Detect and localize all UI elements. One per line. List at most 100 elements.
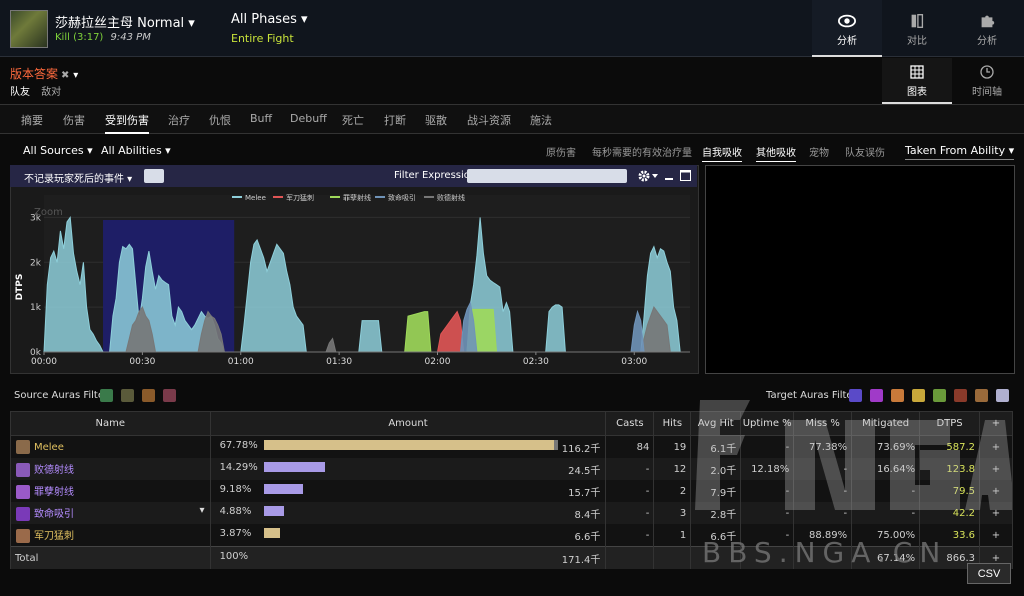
option-pets[interactable]: 宠物 [809, 144, 829, 159]
legend-label[interactable]: 败德射线 [437, 193, 465, 202]
option-raw-damage[interactable]: 原伤害 [546, 144, 576, 159]
amount-bar [263, 527, 281, 538]
aura-icon-1[interactable] [100, 389, 113, 402]
report-title[interactable]: 版本答案 ✖ ▾ [10, 65, 78, 82]
sources-dropdown[interactable]: All Sources ▾ [23, 144, 93, 157]
view-chart-label: 图表 [907, 87, 927, 98]
col-name[interactable]: Name [10, 411, 211, 436]
table-row[interactable]: Melee 67.78% 116.2千 84 19 6.1千 -77.38% 73.69% 58… [10, 435, 1013, 458]
option-other-absorb[interactable]: 其他吸收 [756, 144, 796, 162]
ability-name[interactable]: 军刀猛刺 [34, 531, 74, 542]
dtps-chart[interactable]: 0k1k2k3kZoom00:00 00:30 01:00 01:30 02:00 02:… [10, 187, 697, 372]
cell-avg-hit: 2.8千 [690, 502, 742, 524]
col-avg-hit[interactable]: Avg Hit [690, 411, 742, 436]
tab-resources[interactable]: 战斗资源 [467, 112, 511, 128]
watermark-text: BBS.NGA.CN [702, 536, 948, 569]
tab-interrupts[interactable]: 打断 [384, 112, 406, 128]
legend-label[interactable]: 致命吸引 [388, 193, 416, 202]
aura-icon-2[interactable] [121, 389, 134, 402]
nav-analyze-plugin[interactable]: 分析 [952, 0, 1022, 55]
row-plus-button[interactable]: + [979, 435, 1013, 458]
row-plus-button[interactable]: + [979, 524, 1013, 547]
chevron-down-icon[interactable]: ▾ [200, 505, 205, 516]
cell-name[interactable]: 军刀猛刺 [10, 524, 211, 547]
aura-icon-4[interactable] [163, 389, 176, 402]
toggle-box[interactable] [144, 169, 164, 183]
option-self-absorb[interactable]: 自我吸收 [702, 144, 742, 162]
col-mitigated[interactable]: Mitigated [851, 411, 921, 436]
aura-icon-a[interactable] [849, 389, 862, 402]
nav-compare[interactable]: 对比 [882, 0, 952, 55]
cell-hits: 12 [653, 458, 692, 480]
puzzle-icon [981, 15, 995, 28]
row-plus-button[interactable]: + [979, 502, 1013, 524]
tab-friendly[interactable]: 队友 [10, 87, 30, 98]
col-dtps[interactable]: DTPS [919, 411, 980, 436]
aura-icon-3[interactable] [142, 389, 155, 402]
aura-icon-c[interactable] [891, 389, 904, 402]
csv-button[interactable]: CSV [967, 563, 1011, 584]
boss-name-dropdown[interactable]: 莎赫拉丝主母 Normal ▾ [55, 12, 195, 31]
cell-name[interactable]: Melee [10, 435, 211, 458]
ability-name[interactable]: 败德射线 [34, 465, 74, 476]
aura-icon-b[interactable] [870, 389, 883, 402]
aura-icon-f[interactable] [954, 389, 967, 402]
ability-icon [16, 507, 30, 521]
view-chart[interactable]: 图表 [882, 58, 952, 104]
legend-label[interactable]: Melee [245, 194, 266, 202]
col-uptime[interactable]: Uptime % [740, 411, 795, 436]
phases-dropdown[interactable]: All Phases ▾ [231, 12, 308, 27]
col-amount[interactable]: Amount [209, 411, 607, 436]
ability-name[interactable]: 罪孽射线 [34, 487, 74, 498]
gear-icon[interactable] [637, 169, 659, 183]
maximize-icon[interactable] [680, 170, 691, 181]
tab-healing[interactable]: 治疗 [168, 112, 190, 128]
col-casts[interactable]: Casts [605, 411, 655, 436]
tab-casts[interactable]: 施法 [530, 112, 552, 128]
tab-threat[interactable]: 仇恨 [209, 112, 231, 128]
table-row[interactable]: 罪孽射线 9.18% 15.7千 -2 7.9千 - - -79.5 + [10, 480, 1013, 502]
boss-avatar[interactable] [10, 10, 48, 48]
cell-name[interactable]: 致命吸引 ▾ [10, 502, 211, 524]
aura-icon-h[interactable] [996, 389, 1009, 402]
amount-bar [263, 483, 303, 494]
tab-summary[interactable]: 摘要 [21, 112, 43, 128]
tab-hostile[interactable]: 敌对 [41, 87, 61, 98]
filter-expression-input[interactable] [467, 169, 627, 183]
table-row[interactable]: 败德射线 14.29% 24.5千 -12 2.0千 12.18% -16.64% 123.8… [10, 458, 1013, 480]
cell-mitigated: - [851, 480, 921, 502]
option-effective-healing[interactable]: 每秒需要的有效治疗量 [592, 144, 692, 159]
row-plus-button[interactable]: + [979, 480, 1013, 502]
tab-dispels[interactable]: 驱散 [425, 112, 447, 128]
abilities-dropdown[interactable]: All Abilities ▾ [101, 144, 171, 157]
col-hits[interactable]: Hits [653, 411, 692, 436]
row-plus-button[interactable]: + [979, 458, 1013, 480]
chevron-down-icon[interactable]: ▾ [73, 70, 78, 81]
ability-name[interactable]: Melee [34, 442, 64, 453]
option-friendly-fire[interactable]: 队友误伤 [845, 144, 885, 159]
table-row[interactable]: 致命吸引 ▾ 4.88% 8.4千 -3 2.8千 - - -42.2 + [10, 502, 1013, 524]
tab-damage[interactable]: 伤害 [63, 112, 85, 128]
legend-label[interactable]: 军刀猛刺 [286, 193, 314, 202]
taken-from-dropdown[interactable]: Taken From Ability ▾ [905, 144, 1015, 160]
minimize-icon[interactable] [665, 172, 673, 180]
aura-icon-e[interactable] [933, 389, 946, 402]
tab-buffs[interactable]: Buff [250, 112, 272, 125]
aura-icon-g[interactable] [975, 389, 988, 402]
legend-label[interactable]: 罪孽射线 [343, 193, 371, 202]
no-death-dropdown[interactable]: 不记录玩家死后的事件 ▾ [24, 170, 132, 185]
tab-damage-taken[interactable]: 受到伤害 [105, 112, 149, 134]
nav-analyze[interactable]: 分析 [812, 0, 882, 57]
col-miss[interactable]: Miss % [793, 411, 853, 436]
add-column-button[interactable]: + [979, 411, 1013, 436]
cell-miss: - [793, 480, 853, 502]
close-icon[interactable]: ✖ [61, 70, 69, 81]
ability-name[interactable]: 致命吸引 [34, 509, 74, 520]
zoom-label[interactable]: Zoom [34, 207, 63, 218]
tab-deaths[interactable]: 死亡 [342, 112, 364, 128]
aura-icon-d[interactable] [912, 389, 925, 402]
cell-name[interactable]: 败德射线 [10, 458, 211, 480]
tab-debuffs[interactable]: Debuff [290, 112, 327, 125]
cell-name[interactable]: 罪孽射线 [10, 480, 211, 502]
view-timeline[interactable]: 时间轴 [952, 58, 1022, 102]
